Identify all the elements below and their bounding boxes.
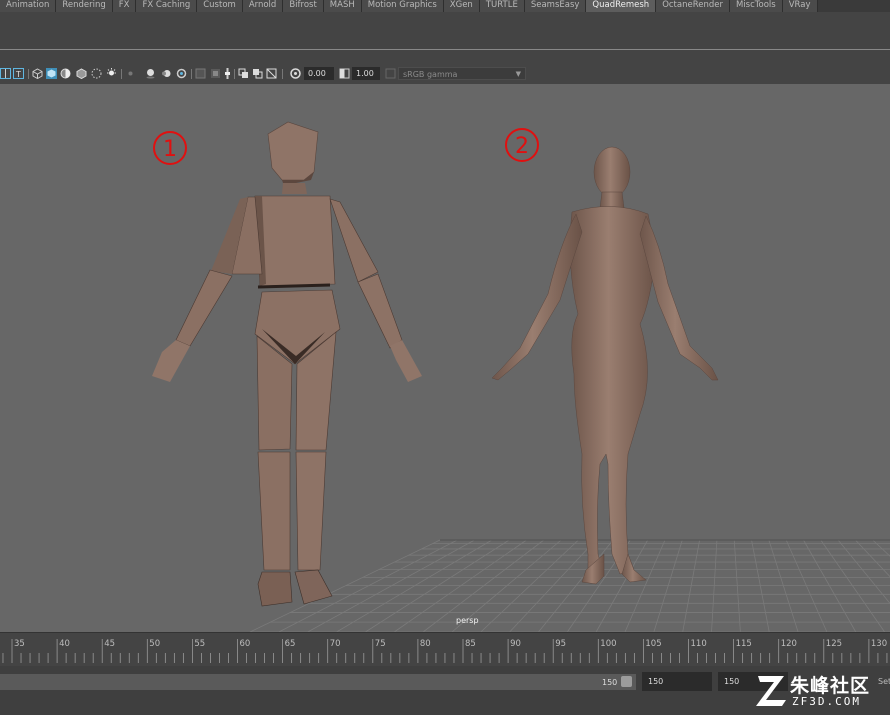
svg-text:T: T	[15, 70, 21, 79]
default-material-icon[interactable]	[60, 68, 71, 79]
view-transform-dropdown[interactable]: sRGB gamma ▼	[398, 67, 526, 80]
model-label-1: 1	[153, 131, 187, 165]
time-tick-label: 75	[374, 639, 386, 649]
animation-end-field[interactable]: 150	[642, 672, 712, 691]
time-slider[interactable]: 35 40 45 50 55 60 65 70 75 80 85 90 95 100 105 110 115 12…	[0, 632, 890, 666]
time-tick-label: 55	[194, 639, 206, 649]
grid-toggle-icon[interactable]	[0, 68, 11, 79]
shelf-tab-arnold[interactable]: Arnold	[242, 0, 284, 12]
wireframe-cube-icon[interactable]	[32, 68, 43, 79]
panel-toolbar: T 0.00 1.00 sRGB gamma ▼	[0, 64, 890, 84]
toolbar-separator	[191, 69, 192, 79]
range-end-value: 150	[602, 678, 618, 687]
shelf-tab-rendering[interactable]: Rendering	[56, 0, 113, 12]
shelf-tab-motion-graphics[interactable]: Motion Graphics	[361, 0, 444, 12]
shelf-tab-quadremesh[interactable]: QuadRemesh	[586, 0, 657, 12]
range-slider-handle[interactable]	[621, 676, 632, 687]
depth-of-field-icon[interactable]	[195, 68, 206, 79]
chevron-down-icon: ▼	[515, 70, 521, 78]
time-slider-ticks	[2, 639, 888, 663]
time-tick-label: 40	[59, 639, 70, 649]
toolbar-separator	[28, 69, 29, 79]
lights-icon[interactable]	[106, 68, 117, 79]
motion-blur-icon[interactable]	[161, 68, 172, 79]
shelf-tab-xgen[interactable]: XGen	[443, 0, 480, 12]
shelf-tab-fx[interactable]: FX	[112, 0, 137, 12]
xray-icon[interactable]	[222, 68, 233, 79]
perspective-viewport[interactable]: 1 2 persp	[0, 84, 890, 632]
gamma-icon[interactable]	[339, 68, 350, 79]
model-label-1-text: 1	[163, 137, 177, 162]
camera-name-label: persp	[456, 616, 479, 625]
shadows-icon[interactable]	[125, 68, 136, 79]
toolbar-separator	[282, 69, 283, 79]
shelf-tab-custom[interactable]: Custom	[197, 0, 243, 12]
gamma-field[interactable]: 1.00	[352, 67, 380, 80]
watermark-cn-text: 朱峰社区	[790, 675, 871, 697]
time-tick-label: 125	[825, 639, 843, 649]
ground-grid	[249, 539, 890, 632]
time-tick-label: 115	[735, 639, 752, 649]
time-tick-label: 45	[104, 639, 116, 649]
viewport-scene: 1 2	[152, 121, 890, 632]
shelf-tab-bifrost[interactable]: Bifrost	[283, 0, 324, 12]
sculpted-female-model[interactable]	[491, 146, 719, 585]
watermark-logo	[756, 676, 786, 706]
exposure-field[interactable]: 0.00	[304, 67, 334, 80]
text-overlay-icon[interactable]: T	[13, 68, 24, 79]
exposure-icon[interactable]	[290, 68, 301, 79]
time-tick-label: 70	[329, 639, 341, 649]
backface-culling-icon[interactable]	[266, 68, 277, 79]
time-tick-label: 120	[780, 639, 797, 649]
checker-icon[interactable]	[91, 68, 102, 79]
time-tick-label: 50	[149, 639, 161, 649]
shelf-tab-vray[interactable]: VRay	[782, 0, 818, 12]
time-tick-label: 90	[510, 639, 521, 649]
time-tick-label: 80	[419, 639, 431, 649]
toolbar-separator	[234, 69, 235, 79]
textured-icon[interactable]	[76, 68, 87, 79]
shelf-tabs: Animation Rendering FX FX Caching Custom Arno…	[0, 0, 890, 12]
model-label-2-text: 2	[515, 134, 529, 159]
shelf-tab-mash[interactable]: MASH	[323, 0, 362, 12]
model-label-2: 2	[505, 128, 539, 162]
shelf-tab-octanerender[interactable]: OctaneRender	[656, 0, 730, 12]
anti-alias-icon[interactable]	[176, 68, 187, 79]
time-tick-label: 130	[870, 639, 888, 649]
xray-joints-icon[interactable]	[238, 68, 249, 79]
shelf-tab-fx-caching[interactable]: FX Caching	[136, 0, 198, 12]
ambient-occlusion-icon[interactable]	[145, 68, 156, 79]
color-management-icon[interactable]	[385, 68, 396, 79]
time-tick-label: 95	[555, 639, 567, 649]
lowpoly-mannequin[interactable]	[152, 121, 422, 607]
time-tick-label: 105	[645, 639, 662, 649]
range-slider-bar[interactable]	[0, 674, 636, 690]
shelf-tab-animation[interactable]: Animation	[0, 0, 57, 12]
isolate-select-icon[interactable]	[210, 68, 221, 79]
xray-components-icon[interactable]	[252, 68, 263, 79]
toolbar-separator	[121, 69, 122, 79]
time-tick-label: 110	[690, 639, 707, 649]
shelf-tab-turtle[interactable]: TURTLE	[479, 0, 525, 12]
view-transform-label: sRGB gamma	[403, 70, 458, 79]
time-tick-label: 85	[465, 639, 476, 649]
shelf-area	[0, 12, 890, 52]
shelf-tab-seamseasy[interactable]: SeamsEasy	[524, 0, 587, 12]
smooth-shade-icon[interactable]	[46, 68, 57, 79]
watermark-en-text: ZF3D.COM	[792, 695, 861, 708]
watermark: 朱峰社区 ZF3D.COM	[756, 668, 888, 712]
time-tick-label: 65	[284, 639, 296, 649]
time-tick-label: 60	[239, 639, 251, 649]
time-tick-label: 35	[14, 639, 25, 649]
time-tick-label: 100	[600, 639, 617, 649]
shelf-divider	[0, 49, 890, 50]
shelf-tab-misctools[interactable]: MiscTools	[729, 0, 783, 12]
